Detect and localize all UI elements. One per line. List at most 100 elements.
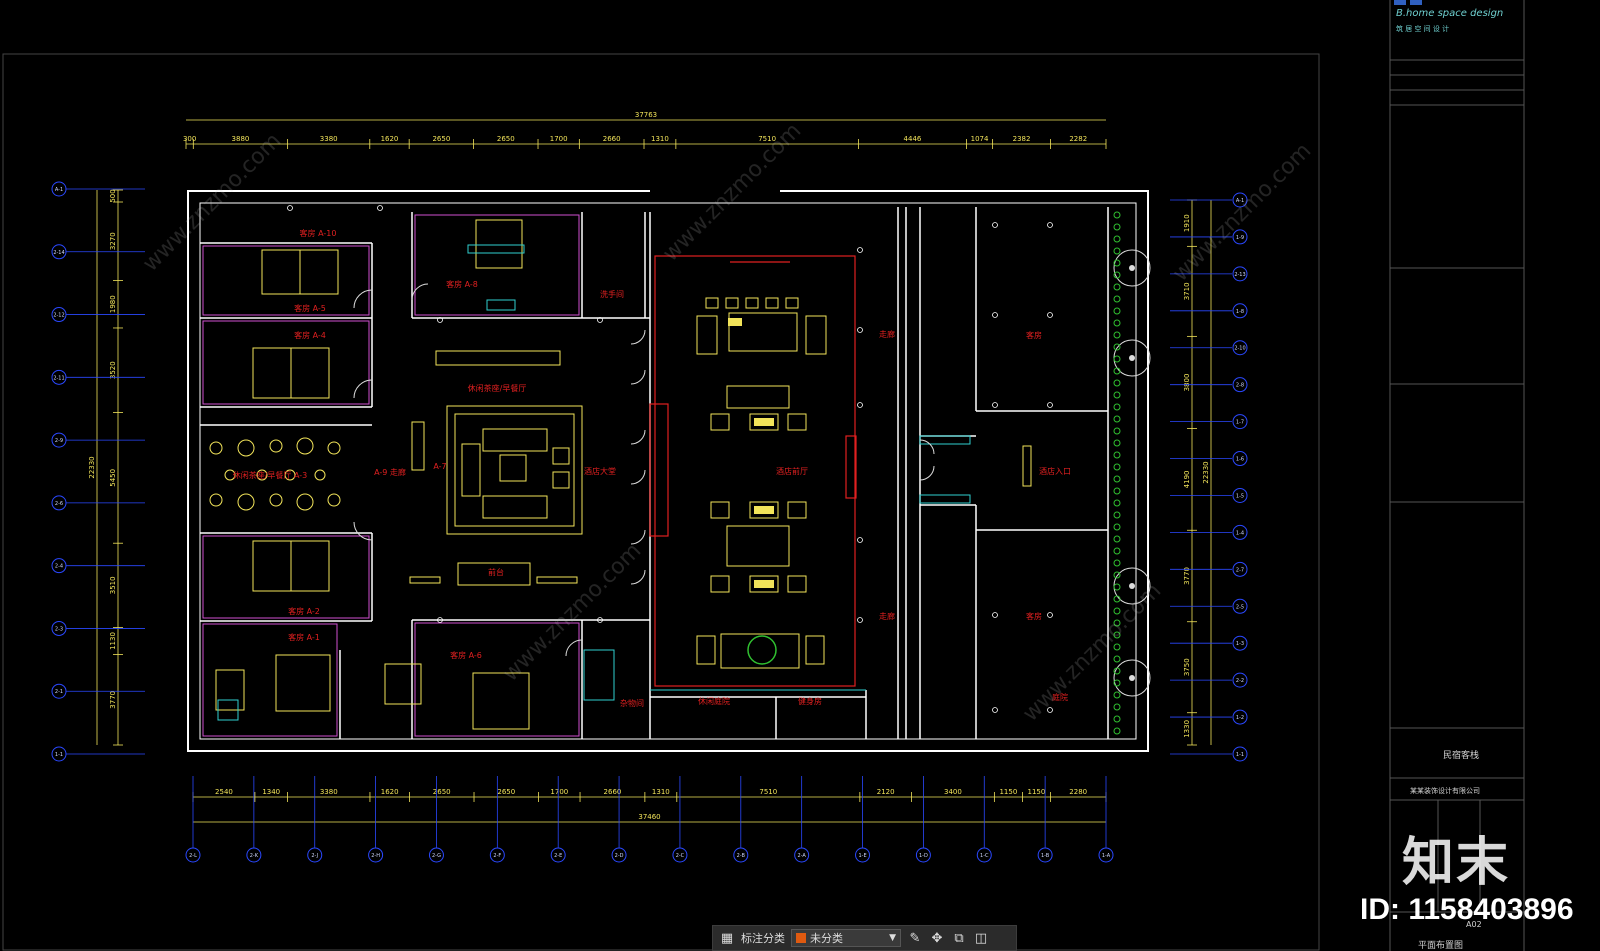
axis-label: 2-G <box>432 853 441 859</box>
axis-label: 1-4 <box>1236 530 1244 536</box>
room-label-entry: 酒店入口 <box>1039 466 1071 476</box>
hedge-plant <box>1113 355 1121 363</box>
hedge-plant <box>1113 427 1121 435</box>
ceiling-light <box>857 402 863 408</box>
axis-label: 1-9 <box>1236 235 1244 241</box>
umbrella-center <box>1129 355 1135 361</box>
dimension-label: 5450 <box>109 469 117 487</box>
hedge-plant <box>1113 343 1121 351</box>
ceiling-light <box>992 222 998 228</box>
grid-icon[interactable]: ▦ <box>719 930 735 946</box>
ceiling-light <box>857 327 863 333</box>
hedge-plant <box>1113 715 1121 723</box>
dimension-label: 3770 <box>1183 567 1191 585</box>
copy-icon[interactable]: ⧉ <box>951 930 967 946</box>
dimension-label: 3510 <box>109 576 117 594</box>
lobby-plant <box>747 635 777 665</box>
room-label-corr1: 走廊 <box>879 329 895 339</box>
toolbar-label: 标注分类 <box>741 932 785 945</box>
dimension-label: 1130 <box>109 632 117 650</box>
room-label-corr2: 走廊 <box>879 611 895 621</box>
category-select[interactable]: 未分类 ▼ <box>791 929 901 947</box>
room-labels: 客房 A-10 客房 A-5 客房 A-4 休闲茶座/早餐厅 A-3 客房 A-2 客房 … <box>233 228 1071 708</box>
axis-label: 1-1 <box>55 752 63 758</box>
dimension-label: 3800 <box>1183 374 1191 392</box>
fixtures <box>217 244 971 721</box>
dimension-label: 1620 <box>381 135 399 143</box>
cad-drawing-canvas[interactable]: 300 3880 3380 1620 2650 2650 1700 2660 1310 7510 4… <box>0 0 1600 951</box>
edit-icon[interactable]: ✎ <box>907 930 923 946</box>
ceiling-light <box>1047 312 1053 318</box>
room-label-room_b: 客房 <box>1026 611 1042 621</box>
dimension-label: 3380 <box>320 135 338 143</box>
hedge-plant <box>1113 547 1121 555</box>
title-block-grid <box>1390 0 1524 913</box>
axis-label: 1-B <box>1041 853 1050 859</box>
hedge-plant <box>1113 451 1121 459</box>
hedge-plant <box>1113 475 1121 483</box>
axis-label: 1-3 <box>1236 641 1244 647</box>
axis-label: 2-H <box>371 853 380 859</box>
dimension-label: 1980 <box>109 295 117 313</box>
axis-label: 2-9 <box>55 438 63 444</box>
hedge-plant <box>1113 655 1121 663</box>
dimension-label: 2282 <box>1069 135 1087 143</box>
axis-label: A-1 <box>55 187 63 193</box>
dimension-label: 2650 <box>497 135 515 143</box>
axis-label: 2-K <box>250 853 259 859</box>
dimension-label: 2382 <box>1013 135 1031 143</box>
axis-label: 2-3 <box>55 626 63 632</box>
axis-label: 2-L <box>189 853 197 859</box>
ceiling-light <box>992 612 998 618</box>
dimension-label: 3270 <box>109 232 117 250</box>
hedge-plant <box>1113 247 1121 255</box>
axis-label: 2-D <box>615 853 624 859</box>
hedge-plant <box>1113 535 1121 543</box>
dimension-label: 2540 <box>215 788 233 796</box>
dimension-label: 1074 <box>971 135 989 143</box>
ceiling-lights <box>287 205 1053 713</box>
axis-label: 2-C <box>676 853 685 859</box>
umbrella-center <box>1129 265 1135 271</box>
annotation-toolbar: ▦ 标注分类 未分类 ▼ ✎ ✥ ⧉ ◫ <box>712 925 1017 951</box>
hedge-plant <box>1113 283 1121 291</box>
dimension-label: 3400 <box>944 788 962 796</box>
dimension-label: 300 <box>183 135 196 143</box>
move-icon[interactable]: ✥ <box>929 930 945 946</box>
dimension-label: 500 <box>109 189 117 202</box>
dimension-chain-left: 500 3270 1980 3520 5450 3510 1130 3770 22330 <box>88 189 123 746</box>
hedge-plant <box>1113 583 1121 591</box>
dimension-label: 2120 <box>877 788 895 796</box>
hedge-plant <box>1113 307 1121 315</box>
axis-label: 1-A <box>1102 853 1111 859</box>
axis-label: 2-1 <box>55 689 63 695</box>
axis-label: 2-B <box>737 853 746 859</box>
dimension-label: 1700 <box>550 788 568 796</box>
paste-icon[interactable]: ◫ <box>973 930 989 946</box>
axis-label: 2-8 <box>1236 383 1244 389</box>
dimension-total-label: 22330 <box>1202 461 1210 483</box>
ceiling-light <box>992 402 998 408</box>
ceiling-light <box>1047 402 1053 408</box>
hedge-plant <box>1113 379 1121 387</box>
hedge-plant <box>1113 523 1121 531</box>
axis-label: 2-A <box>798 853 807 859</box>
room-label-a3: 休闲茶座/早餐厅 A-3 <box>233 470 308 480</box>
ceiling-light <box>857 537 863 543</box>
room-label-a5: 客房 A-5 <box>294 303 326 313</box>
room-label-a10: 客房 A-10 <box>300 228 337 238</box>
lobby-outline <box>649 255 857 687</box>
dimension-label: 3520 <box>109 361 117 379</box>
hedge-plant <box>1113 691 1121 699</box>
hedge-plant <box>1113 211 1121 219</box>
dimension-label: 1330 <box>1183 720 1191 738</box>
axis-label: 1-5 <box>1236 493 1244 499</box>
axis-label: 2-10 <box>1234 346 1245 352</box>
dimension-label: 1310 <box>652 788 670 796</box>
room-label-store: 杂物间 <box>620 698 644 708</box>
dimension-chain-top: 300 3880 3380 1620 2650 2650 1700 2660 1310 7510 4… <box>183 111 1107 149</box>
ceiling-light <box>992 312 998 318</box>
dimension-label: 4446 <box>904 135 922 143</box>
axis-label: 2-E <box>554 853 562 859</box>
axis-label: 1-6 <box>1236 457 1244 463</box>
